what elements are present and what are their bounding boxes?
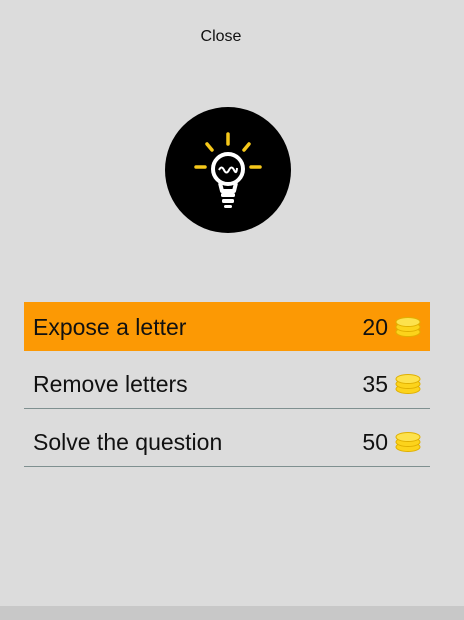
coin-stack-icon [395,432,421,452]
close-button[interactable]: Close [0,26,442,48]
hint-badge [165,107,291,233]
coin-stack-icon [395,374,421,394]
lightbulb-icon [194,132,262,208]
option-price: 35 [362,371,388,397]
option-price: 20 [362,313,388,340]
option-solve-question[interactable]: Solve the question 50 [24,418,430,467]
coin-stack-icon [395,316,421,337]
option-remove-letters[interactable]: Remove letters 35 [24,360,430,409]
hint-options-list: Expose a letter 20 Remove letters 35 Sol… [24,302,430,467]
option-label: Expose a letter [33,313,187,340]
option-expose-letter[interactable]: Expose a letter 20 [24,302,430,351]
option-label: Solve the question [33,429,223,455]
bottom-bar [0,606,464,620]
option-price: 50 [362,429,388,455]
option-label: Remove letters [33,371,188,397]
